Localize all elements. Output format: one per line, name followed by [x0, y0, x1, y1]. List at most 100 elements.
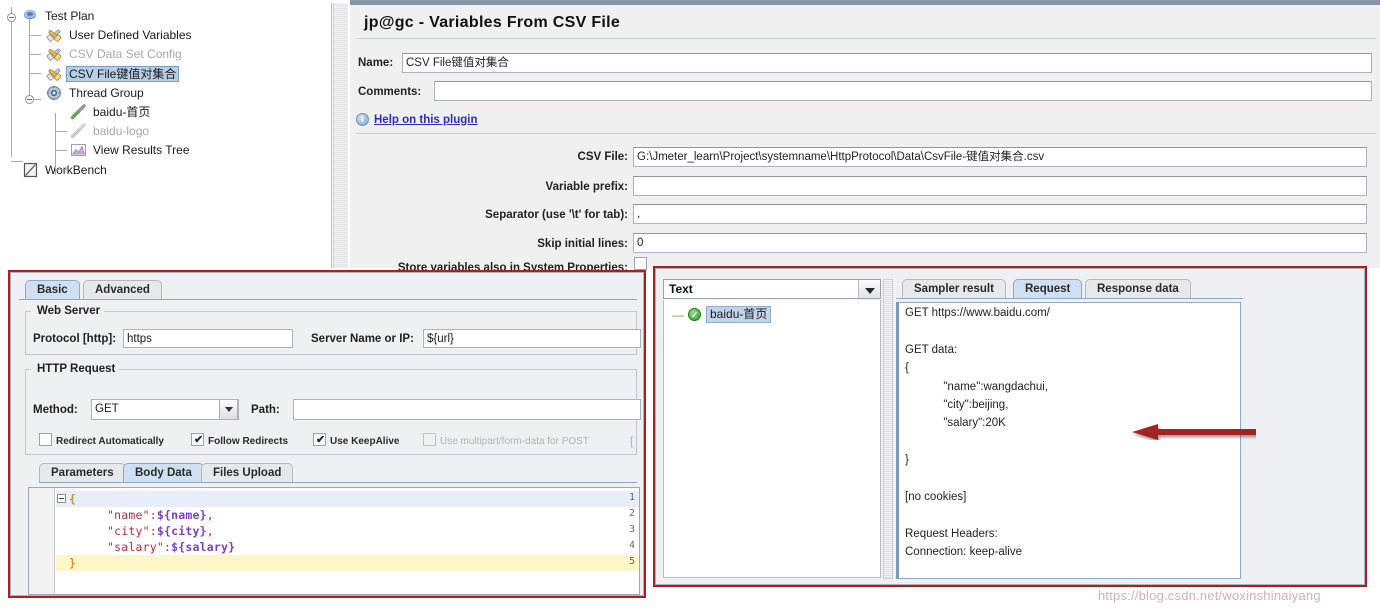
results-tree-item[interactable]: — ✓ baidu-首页: [672, 306, 772, 323]
test-plan-tree[interactable]: Test Plan User Defined Variables CSV Data …: [0, 3, 332, 268]
protocol-input[interactable]: https: [123, 329, 293, 348]
separator-input[interactable]: ,: [633, 204, 1367, 224]
code-token: }: [69, 556, 77, 570]
csv-config-pane: jp@gc - Variables From CSV File Name: CS…: [350, 5, 1380, 274]
follow-redirects-checkbox[interactable]: ✔: [191, 433, 204, 446]
request-text-line: {: [905, 362, 909, 375]
follow-redirects-label: Follow Redirects: [208, 436, 289, 447]
info-icon: i: [356, 113, 369, 126]
tab-sampler-result[interactable]: Sampler result: [902, 279, 1006, 299]
tree-item-0[interactable]: Test Plan: [22, 7, 97, 25]
tree-expand-handle[interactable]: [7, 13, 16, 22]
config-gear-icon: [46, 27, 63, 43]
tree-item-label: User Defined Variables: [69, 28, 192, 43]
tree-connector-line: [29, 17, 30, 99]
results-splitter[interactable]: [883, 279, 893, 579]
code-token: "city": [107, 524, 150, 538]
request-text-view[interactable]: GET https://www.baidu.com/GET data: { "na…: [896, 302, 1241, 579]
code-token: :: [149, 524, 157, 538]
tree-connector-line: [11, 161, 23, 162]
workbench-icon: [22, 162, 39, 178]
name-field-label: Name:: [358, 57, 394, 69]
code-gutter: [29, 488, 55, 594]
tab-advanced[interactable]: Advanced: [83, 280, 162, 300]
code-line-number: 5: [628, 556, 635, 567]
help-on-plugin-row[interactable]: i Help on this plugin: [356, 113, 478, 126]
code-token: ${salary}: [171, 540, 236, 554]
tree-item-6[interactable]: baidu-logo: [70, 122, 152, 140]
name-field[interactable]: CSV File键值对集合: [402, 53, 1372, 73]
http-request-group-title: HTTP Request: [33, 363, 120, 375]
tree-item-label: CSV File键值对集合: [66, 65, 180, 82]
help-on-plugin-link[interactable]: Help on this plugin: [374, 114, 478, 126]
request-text-line: "name":wangdachui,: [905, 380, 1049, 393]
use-multipart-checkbox: [423, 433, 436, 446]
tree-connector-line: [11, 7, 12, 157]
csdn-watermark: https://blog.csdn.net/woxinshinaiyang: [1098, 588, 1321, 603]
code-fold-toggle[interactable]: [57, 494, 66, 503]
sampler-icon: [70, 104, 87, 120]
tab-body-data[interactable]: Body Data: [123, 463, 204, 483]
bracket-glyph: [: [630, 434, 634, 448]
code-token: ${city}: [156, 524, 207, 538]
tree-item-5[interactable]: baidu-首页: [70, 103, 153, 121]
tree-item-label: Thread Group: [69, 85, 144, 100]
tree-item-label: View Results Tree: [93, 143, 190, 158]
code-line: "city":${city},: [107, 524, 214, 538]
tree-item-2[interactable]: CSV Data Set Config: [46, 45, 185, 63]
code-line: {: [69, 492, 76, 506]
tree-expand-handle[interactable]: [25, 95, 34, 104]
web-server-group-title: Web Server: [33, 305, 105, 317]
tree-connector-line: [55, 150, 67, 151]
variable-prefix-input[interactable]: [633, 176, 1367, 196]
request-text-line: GET data:: [905, 343, 958, 356]
comments-field[interactable]: [434, 81, 1372, 101]
tree-item-4[interactable]: Thread Group: [46, 84, 147, 102]
request-text-line: [no cookies]: [905, 491, 967, 503]
results-tree-item-label: baidu-首页: [706, 306, 772, 323]
body-data-code-editor[interactable]: 1{2 "name":${name}, 3 "city":${city}, 4 "sala…: [28, 487, 640, 595]
listener-icon: [70, 142, 87, 158]
tree-connector-line: [29, 73, 41, 74]
thread-group-icon: [46, 85, 63, 101]
tab-parameters[interactable]: Parameters: [39, 463, 126, 483]
renderer-select[interactable]: Text: [663, 279, 881, 299]
renderer-dropdown-arrow[interactable]: [858, 280, 880, 298]
tree-item-7[interactable]: View Results Tree: [70, 141, 193, 159]
tree-connector-line: [55, 169, 67, 170]
results-detail-area: Sampler result Request Response data GET…: [896, 276, 1358, 579]
code-line-number: 3: [628, 524, 635, 535]
server-name-input[interactable]: ${url}: [423, 329, 641, 348]
tree-connector-line: [29, 54, 41, 55]
tree-item-label: baidu-首页: [93, 105, 151, 119]
test-plan-icon: [22, 8, 39, 24]
tree-item-3[interactable]: CSV File键值对集合: [46, 65, 180, 83]
method-dropdown-arrow[interactable]: [219, 399, 238, 420]
tree-connector-line: [29, 35, 41, 36]
path-input[interactable]: [293, 399, 641, 420]
tree-dash-glyph: —: [672, 307, 684, 322]
redirect-automatically-checkbox[interactable]: [39, 433, 52, 446]
tree-vertical-scrollbar[interactable]: [333, 3, 348, 268]
request-text-line: "city":beijing,: [905, 399, 1009, 411]
tab-files-upload[interactable]: Files Upload: [201, 463, 294, 483]
csv-file-input[interactable]: G:\Jmeter_learn\Project\systemname\HttpP…: [633, 147, 1367, 167]
code-selected-row: [56, 491, 639, 507]
tab-basic[interactable]: Basic: [25, 280, 80, 300]
skip-lines-input[interactable]: 0: [633, 233, 1367, 253]
tree-item-label: WorkBench: [45, 162, 107, 177]
page-title: jp@gc - Variables From CSV File: [364, 14, 621, 31]
code-line-number: 1: [628, 492, 635, 503]
tab-response-data[interactable]: Response data: [1085, 279, 1191, 299]
config-gear-icon--dim: [46, 46, 63, 62]
tab-request[interactable]: Request: [1013, 279, 1083, 299]
tree-item-1[interactable]: User Defined Variables: [46, 26, 195, 44]
code-token: ,: [206, 524, 214, 538]
results-sample-tree[interactable]: — ✓ baidu-首页: [663, 300, 881, 578]
skip-lines-label: Skip initial lines:: [537, 238, 628, 250]
method-select[interactable]: GET: [91, 399, 239, 420]
use-keepalive-checkbox[interactable]: ✔: [313, 433, 326, 446]
jmeter-main-window: Test Plan User Defined Variables CSV Data …: [0, 0, 1380, 614]
separator-label: Separator (use '\t' for tab):: [485, 209, 628, 221]
store-vars-checkbox[interactable]: [634, 257, 647, 270]
